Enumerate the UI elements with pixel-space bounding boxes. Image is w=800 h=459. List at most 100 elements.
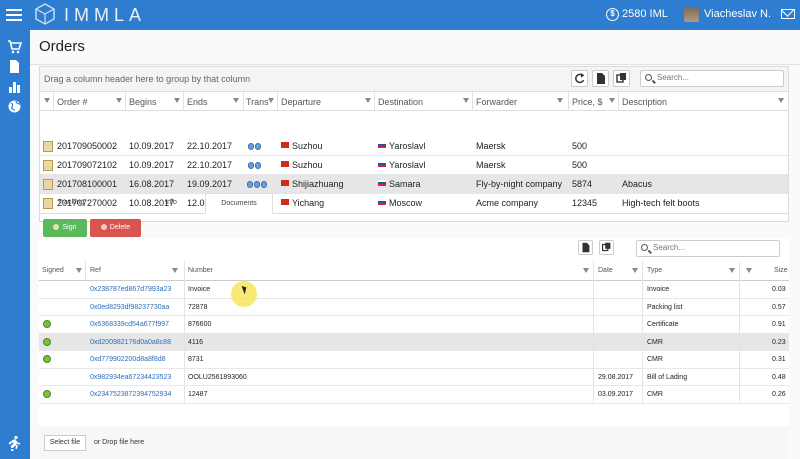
transport-icon (254, 181, 260, 188)
document-number: 4116 (188, 338, 204, 346)
col-ends[interactable]: Ends (187, 97, 208, 107)
filter-icon[interactable] (609, 98, 615, 103)
bar-chart-icon[interactable] (7, 79, 22, 94)
document-type: Packing list (647, 303, 683, 311)
document-row[interactable]: 0x0ed8293df98237730aa 72878 Packing list… (39, 299, 789, 316)
filter-icon[interactable] (268, 98, 274, 103)
document-icon[interactable] (7, 59, 22, 74)
documents-search[interactable] (636, 240, 780, 257)
table-row[interactable]: 201709072102 10.09.2017 22.10.2017 Suzho… (40, 156, 788, 175)
sign-button[interactable]: Sign (43, 219, 87, 237)
col-departure[interactable]: Departure (281, 97, 321, 107)
document-ref-link[interactable]: 0xd779902200d8a8f8d8 (90, 356, 166, 363)
col-order[interactable]: Order # (57, 97, 88, 107)
col-date[interactable]: Date (598, 267, 613, 274)
document-row-selected[interactable]: 0xd200982176d0a0a8c88 4116 CMR 0.23 (39, 333, 789, 351)
china-flag-icon (281, 142, 289, 148)
filter-icon[interactable] (116, 98, 122, 103)
transport-icon (255, 143, 261, 150)
column-separator (568, 92, 569, 111)
run-icon[interactable] (7, 435, 22, 450)
col-size[interactable]: Size (774, 267, 788, 274)
document-size: 0.91 (772, 321, 786, 328)
transport-icon (255, 162, 261, 169)
refresh-icon (575, 73, 585, 84)
col-ref[interactable]: Ref (90, 267, 101, 274)
tab-documents[interactable]: Documents (205, 193, 273, 214)
col-begins[interactable]: Begins (129, 97, 157, 107)
filter-icon[interactable] (76, 268, 82, 273)
column-separator (593, 281, 594, 403)
column-separator (243, 92, 244, 111)
col-price[interactable]: Price, $ (572, 97, 603, 107)
filter-icon[interactable] (746, 268, 752, 273)
col-description[interactable]: Description (622, 97, 667, 107)
document-row[interactable]: 0x982934ea67234423523 OOLU2561893060 29.… (39, 369, 789, 386)
mail-icon[interactable] (781, 9, 795, 19)
filter-icon[interactable] (729, 268, 735, 273)
document-row[interactable]: 0x6368339cd54a677f997 876600 Certificate… (39, 316, 789, 334)
filter-icon[interactable] (365, 98, 371, 103)
cart-icon[interactable] (7, 39, 22, 54)
filter-icon[interactable] (172, 268, 178, 273)
filter-icon[interactable] (174, 98, 180, 103)
col-number[interactable]: Number (188, 267, 213, 274)
document-ref-link[interactable]: 0x238787ed867d7993a23 (90, 286, 171, 293)
orders-search[interactable] (640, 70, 784, 87)
menu-icon[interactable] (6, 6, 22, 22)
refresh-button[interactable] (571, 70, 588, 87)
china-flag-icon (281, 180, 289, 186)
filter-icon[interactable] (778, 98, 784, 103)
column-separator (739, 261, 740, 281)
document-ref-link[interactable]: 0x2347523872394752934 (90, 391, 171, 398)
filter-icon[interactable] (557, 98, 563, 103)
document-size: 0.57 (772, 303, 786, 311)
documents-search-input[interactable] (653, 243, 773, 252)
filter-icon[interactable] (463, 98, 469, 103)
filter-icon[interactable] (632, 268, 638, 273)
col-signed[interactable]: Signed (42, 267, 64, 274)
columns-button[interactable] (613, 70, 630, 87)
table-row[interactable]: 201709050002 10.09.2017 22.10.2017 Suzho… (40, 137, 788, 156)
document-type: Invoice (647, 286, 670, 293)
columns-button[interactable] (599, 240, 614, 255)
document-ref-link[interactable]: 0x0ed8293df98237730aa (90, 304, 169, 311)
table-row-selected[interactable]: 201708100001 16.08.2017 19.09.2017 Shiji… (40, 175, 788, 194)
document-ref-link[interactable]: 0x6368339cd54a677f997 (90, 321, 169, 328)
forwarder: Fly-by-night company (476, 179, 563, 189)
col-forwarder[interactable]: Forwarder (476, 97, 517, 107)
group-panel[interactable]: Drag a column header here to group by th… (40, 67, 788, 92)
filter-icon[interactable] (44, 98, 50, 103)
document-type: CMR (647, 391, 663, 398)
filter-icon[interactable] (583, 268, 589, 273)
col-type[interactable]: Type (647, 267, 662, 274)
col-destination[interactable]: Destination (378, 97, 423, 107)
tab-tracking[interactable]: Tracking (39, 193, 103, 214)
export-button[interactable] (592, 70, 609, 87)
col-trans[interactable]: Trans (246, 97, 269, 107)
globe-icon[interactable] (7, 99, 22, 114)
transport-icon (247, 181, 253, 188)
document-ref-link[interactable]: 0xd200982176d0a0a8c88 (90, 339, 171, 346)
avatar[interactable] (684, 7, 699, 22)
document-date: 03.09.2017 (598, 391, 634, 398)
document-row[interactable]: 0xd779902200d8a8f8d8 8731 CMR 0.31 (39, 351, 789, 369)
delete-button[interactable]: Delete (90, 219, 141, 237)
document-row[interactable]: 0x238787ed867d7993a23 Invoice Invoice 0.… (39, 281, 789, 299)
export-button[interactable] (578, 240, 593, 255)
orders-search-input[interactable] (657, 73, 777, 82)
user-name[interactable]: Viacheslav N. (704, 8, 771, 20)
document-ref-link[interactable]: 0x982934ea67234423523 (90, 374, 171, 381)
document-row[interactable]: 0x2347523872394752934 12487 03.09.2017 C… (39, 386, 789, 404)
filter-icon[interactable] (233, 98, 239, 103)
price: 500 (572, 141, 588, 151)
columns-icon (616, 73, 626, 83)
select-file-button[interactable]: Select file (44, 435, 86, 451)
document-size: 0.03 (772, 286, 786, 293)
drop-hint[interactable]: or Drop file here (94, 439, 144, 446)
file-icon (597, 73, 605, 84)
tab-info[interactable]: Info (139, 193, 203, 214)
page-title: Orders (39, 38, 85, 55)
column-separator (642, 261, 643, 281)
main-content: Orders Drag a column header here to grou… (30, 30, 800, 459)
